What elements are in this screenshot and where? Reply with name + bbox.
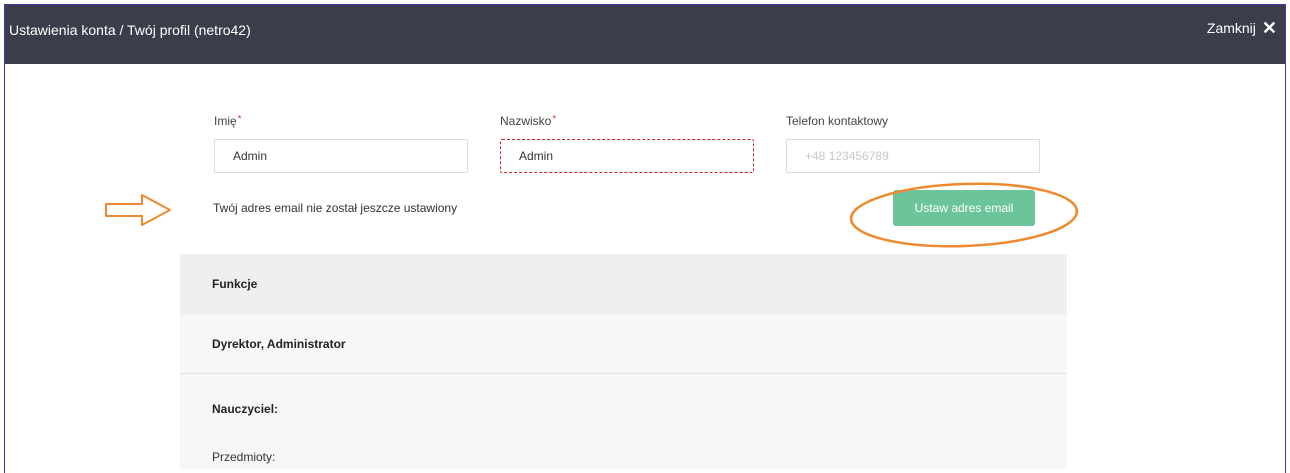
required-mark: * [552, 114, 557, 125]
phone-input[interactable]: +48 123456789 [786, 139, 1040, 173]
set-email-button[interactable]: Ustaw adres email [893, 190, 1035, 226]
roles-header: Funkcje [180, 254, 1067, 314]
modal-header: Ustawienia konta / Twój profil (netro42)… [5, 5, 1285, 64]
close-button[interactable]: Zamknij ✕ [1206, 19, 1277, 37]
last-name-label-text: Nazwisko [500, 114, 552, 128]
required-mark: * [237, 114, 242, 125]
roles-panel: Funkcje Dyrektor, Administrator Nauczyci… [180, 254, 1067, 469]
subjects-label: Przedmioty: [212, 450, 276, 464]
close-icon[interactable]: ✕ [1262, 19, 1277, 37]
first-name-label-text: Imię [214, 114, 237, 128]
first-name-input[interactable]: Admin [214, 139, 468, 173]
last-name-label: Nazwisko* [500, 114, 556, 128]
first-name-label: Imię* [214, 114, 242, 128]
teacher-label: Nauczyciel: [212, 402, 279, 416]
roles-value: Dyrektor, Administrator [180, 314, 1067, 374]
close-label: Zamknij [1206, 20, 1256, 36]
modal-title: Ustawienia konta / Twój profil (netro42) [9, 22, 251, 38]
email-not-set-message: Twój adres email nie został jeszcze usta… [213, 201, 458, 215]
phone-label: Telefon kontaktowy [786, 114, 889, 128]
last-name-input[interactable]: Admin [500, 139, 754, 173]
